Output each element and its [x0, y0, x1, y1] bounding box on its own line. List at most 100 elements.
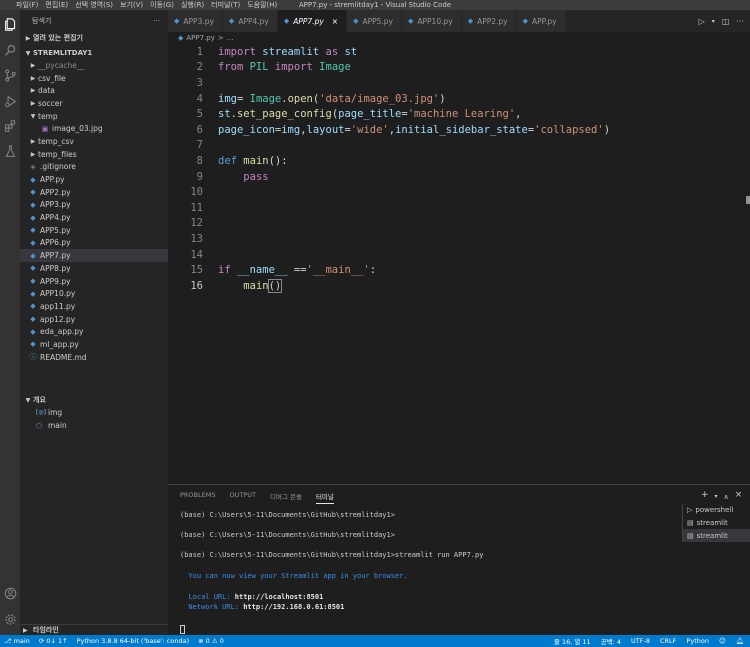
breadcrumb-file[interactable]: APP7.py	[186, 34, 215, 42]
tree-file[interactable]: ◆ APP10.py	[20, 287, 168, 300]
menu-item[interactable]: 실행(R)	[181, 0, 204, 10]
open-editors-section[interactable]: ▶ 열려 있는 편집기	[20, 32, 168, 44]
run-debug-icon[interactable]	[3, 94, 17, 108]
problems-status[interactable]: ⊗ 0 ⚠ 0	[198, 637, 224, 645]
search-icon[interactable]	[3, 43, 17, 57]
tree-file[interactable]: ◆ APP3.py	[20, 199, 168, 212]
outline-item[interactable]: [◎] img	[20, 406, 168, 419]
extensions-icon[interactable]	[3, 119, 17, 133]
chevron-right-icon: ▶	[30, 61, 36, 69]
timeline-section[interactable]: ▶ 타임라인	[20, 624, 168, 635]
bottom-panel: PROBLEMS OUTPUT 디버그 콘솔 터미널 + ▾ ∧ × (base) C…	[168, 484, 750, 635]
menu-item[interactable]: 보기(V)	[120, 0, 143, 10]
panel-tab[interactable]: OUTPUT	[229, 491, 256, 504]
account-icon[interactable]	[3, 586, 17, 600]
outline-item[interactable]: ⬡ main	[20, 419, 168, 432]
language-mode[interactable]: Python	[686, 637, 709, 645]
menu-item[interactable]: 선택 영역(S)	[75, 0, 113, 10]
terminal-instance[interactable]: ▤ streamlit	[683, 529, 750, 542]
settings-gear-icon[interactable]	[3, 612, 17, 626]
tree-file[interactable]: ◆ APP4.py	[20, 211, 168, 224]
testing-icon[interactable]	[3, 144, 17, 158]
title-bar: 파일(F) 편집(E) 선택 영역(S) 보기(V) 이동(G) 실행(R) 터미널(T) 도…	[0, 0, 750, 10]
more-actions-icon[interactable]: ···	[153, 17, 160, 25]
terminal-url[interactable]: http://192.168.0.61:8501	[243, 603, 344, 611]
notifications-icon[interactable]: 🔔︎	[736, 637, 744, 645]
outline-section[interactable]: ▼ 개요	[20, 394, 168, 406]
tree-folder[interactable]: ▶ __pycache__	[20, 59, 168, 72]
chevron-right-icon: ▶	[30, 87, 36, 95]
chevron-down-icon[interactable]: ▾	[712, 18, 715, 25]
close-icon[interactable]: ×	[332, 17, 338, 26]
encoding[interactable]: UTF-8	[631, 637, 650, 645]
editor-tab[interactable]: ◆ APP.py	[516, 10, 566, 32]
cursor-position[interactable]: 줄 16, 열 11	[554, 636, 591, 646]
terminal-list: ▷ powershell ▤ streamlit ▤ streamlit	[682, 503, 750, 542]
outline-panel: ▼ 개요 [◎] img ⬡ main	[20, 394, 168, 432]
panel-tab[interactable]: 디버그 콘솔	[270, 491, 302, 504]
feedback-icon[interactable]: ☺	[719, 637, 726, 645]
close-panel-icon[interactable]: ×	[735, 490, 743, 504]
editor-tab[interactable]: ◆ APP10.py	[401, 10, 462, 32]
tree-item-label: app11.py	[40, 301, 76, 311]
variable-icon: [◎]	[36, 409, 46, 416]
tree-file[interactable]: ◆ app12.py	[20, 313, 168, 326]
tree-file[interactable]: ◆ APP.py	[20, 173, 168, 186]
terminal-url[interactable]: http://localhost:8501	[235, 593, 324, 601]
tree-file[interactable]: ◆ APP6.py	[20, 237, 168, 250]
tree-file[interactable]: ◆ APP9.py	[20, 275, 168, 288]
tree-file[interactable]: ◆ APP5.py	[20, 224, 168, 237]
menu-item[interactable]: 도움말(H)	[247, 0, 277, 10]
menu-item[interactable]: 이동(G)	[150, 0, 174, 10]
editor-tab[interactable]: ◆ APP4.py	[222, 10, 278, 32]
panel-tab[interactable]: PROBLEMS	[180, 491, 215, 504]
tree-file[interactable]: ◆ APP8.py	[20, 262, 168, 275]
tree-file[interactable]: ◆ eda_app.py	[20, 325, 168, 338]
menu-item[interactable]: 터미널(T)	[211, 0, 240, 10]
split-editor-icon[interactable]: ◫	[722, 17, 730, 26]
menu-item[interactable]: 파일(F)	[16, 0, 38, 10]
tree-file[interactable]: ◆ ml_app.py	[20, 338, 168, 351]
tree-file[interactable]: ⓘ README.md	[20, 351, 168, 364]
code-token: layout	[306, 123, 345, 136]
breadcrumb-symbol[interactable]: ...	[227, 34, 234, 42]
end-of-line[interactable]: CRLF	[660, 637, 676, 645]
tree-folder[interactable]: ▶ soccer	[20, 97, 168, 110]
code-editor[interactable]: 1 import streamlit as st 2 from PIL import …	[168, 44, 750, 484]
line-number: 6	[196, 123, 203, 136]
code-token: main	[243, 279, 269, 292]
source-control-icon[interactable]	[3, 68, 17, 82]
tree-folder[interactable]: ▶ data	[20, 84, 168, 97]
tree-folder[interactable]: ▼ temp	[20, 110, 168, 123]
terminal-instance[interactable]: ▤ streamlit	[683, 516, 750, 529]
chevron-down-icon[interactable]: ▾	[715, 490, 718, 504]
terminal-instance[interactable]: ▷ powershell	[683, 503, 750, 516]
tree-file[interactable]: ◈ .gitignore	[20, 161, 168, 174]
menu-item[interactable]: 편집(E)	[45, 0, 68, 10]
maximize-panel-icon[interactable]: ∧	[724, 490, 729, 504]
tree-file[interactable]: ◆ APP7.py	[20, 249, 168, 262]
editor-tab[interactable]: ◆ APP5.py	[347, 10, 402, 32]
terminal-icon: ▷	[687, 505, 693, 514]
project-section[interactable]: ▼ STREMLITDAY1	[20, 47, 168, 59]
sync-status[interactable]: ⟳ 0↓ 1↑	[39, 637, 68, 645]
explorer-icon[interactable]	[3, 17, 17, 31]
tree-file[interactable]: ▣ image_03.jpg	[20, 122, 168, 135]
tree-folder[interactable]: ▶ temp_files	[20, 148, 168, 161]
more-actions-icon[interactable]: ···	[736, 17, 744, 26]
branch-status[interactable]: ⎇ main	[4, 637, 30, 645]
editor-tab[interactable]: ◆ APP7.py ×	[277, 10, 348, 32]
editor-tab[interactable]: ◆ APP2.py	[461, 10, 517, 32]
code-line: 16 main()	[168, 278, 728, 294]
run-icon[interactable]: ▷	[699, 17, 705, 26]
tree-folder[interactable]: ▶ csv_file	[20, 72, 168, 85]
panel-tab[interactable]: 터미널	[315, 491, 334, 504]
tree-file[interactable]: ◆ APP2.py	[20, 186, 168, 199]
tree-file[interactable]: ◆ app11.py	[20, 300, 168, 313]
new-terminal-icon[interactable]: +	[701, 490, 709, 504]
editor-tab[interactable]: ◆ APP3.py	[168, 10, 223, 32]
interpreter-status[interactable]: Python 3.8.8 64-bit ('base': conda)	[77, 637, 190, 645]
terminal-line: Local URL: http://localhost:8501	[180, 593, 323, 601]
indentation[interactable]: 공백: 4	[601, 636, 621, 646]
tree-folder[interactable]: ▶ temp_csv	[20, 135, 168, 148]
